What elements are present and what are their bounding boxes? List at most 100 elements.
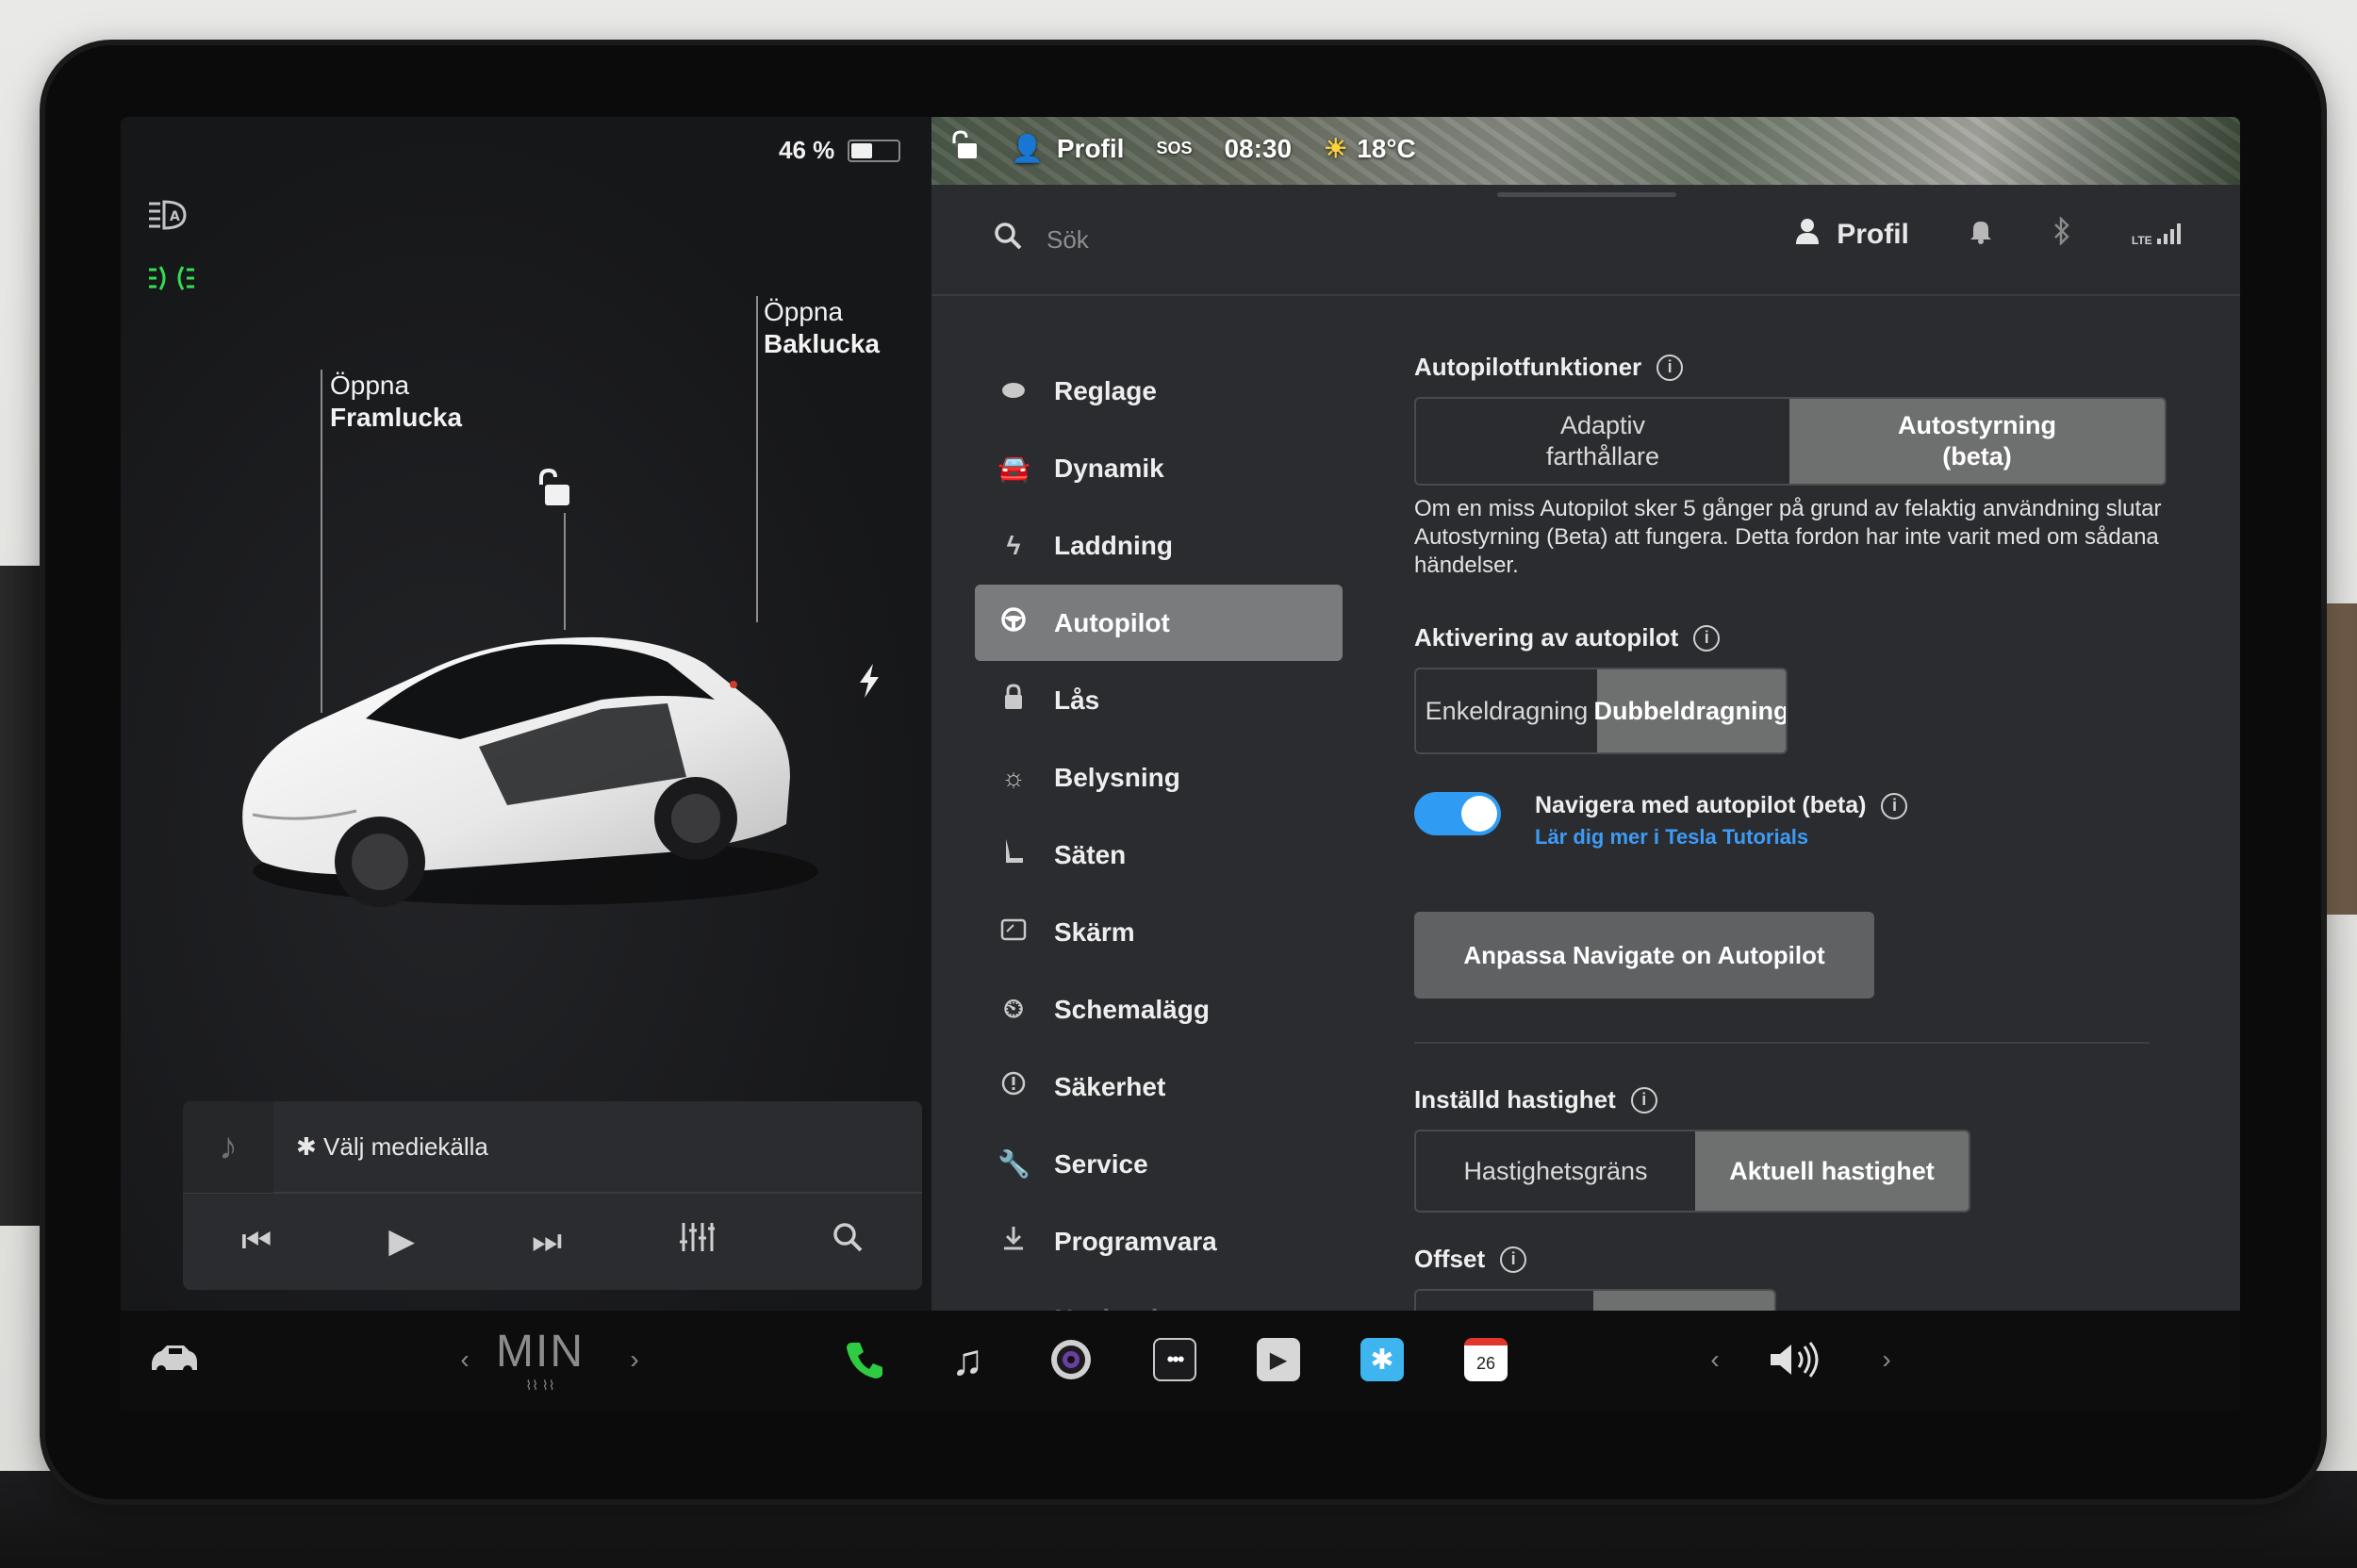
current-speed-option[interactable]: Aktuell hastighet (1694, 1131, 1969, 1211)
info-icon[interactable]: i (1630, 1086, 1657, 1114)
section-divider (1414, 1042, 2150, 1044)
menu-item-label: Dynamik (1054, 453, 1164, 483)
menu-item-skarm[interactable]: Skärm (975, 894, 1343, 970)
autopilot-strike-description: Om en miss Autopilot sker 5 gånger på gr… (1414, 496, 2162, 578)
safety-icon (997, 1070, 1030, 1103)
open-trunk-button[interactable]: Öppna Baklucka (764, 296, 880, 360)
info-icon[interactable]: i (1881, 792, 1908, 819)
double-pull-option[interactable]: Dubbeldragning (1594, 669, 1786, 752)
auto-headlight-icon[interactable]: A (147, 198, 192, 240)
menu-item-laddning[interactable]: ϟ Laddning (975, 507, 1343, 584)
unlock-icon[interactable] (536, 468, 573, 512)
sos-indicator[interactable]: SOS (1156, 139, 1192, 158)
menu-item-las[interactable]: Lås (975, 662, 1343, 738)
user-icon: 👤 (1011, 134, 1044, 163)
toggle-icon: ⬬ (1002, 375, 1025, 404)
schedule-icon: ⏲ (1003, 994, 1024, 1023)
camera-icon[interactable] (1043, 1331, 1099, 1388)
battery-indicator: 46 % (779, 136, 901, 165)
next-track-icon[interactable]: ⏭ (532, 1221, 562, 1262)
menu-item-label: Schemalägg (1054, 994, 1210, 1024)
profile-label: Profil (1837, 218, 1909, 250)
menu-item-reglage[interactable]: ⬬ Reglage (975, 353, 1343, 429)
phone-icon[interactable] (837, 1331, 894, 1388)
option-line2: (beta) (1942, 442, 2012, 470)
media-player-card: ♪ ✱ Välj mediekälla ⏮ ▶ ⏭ (183, 1101, 922, 1290)
menu-item-sakerhet[interactable]: Säkerhet (975, 1048, 1343, 1125)
status-profile[interactable]: 👤 Profil (1011, 133, 1124, 164)
lock-icon (997, 684, 1030, 717)
lock-status-icon[interactable] (950, 130, 979, 167)
option-line1: Autostyrning (1898, 411, 2056, 439)
set-speed-selector: Hastighetsgräns Aktuell hastighet (1414, 1130, 1970, 1213)
equalizer-icon[interactable] (679, 1221, 716, 1262)
menu-item-autopilot[interactable]: Autopilot (975, 585, 1343, 661)
menu-item-label: Service (1054, 1148, 1148, 1179)
bottom-dock: ‹ MIN ⌇⌇ ⌇⌇ › ♫ ••• ▶ ✱ 26 ‹ › (121, 1311, 2240, 1411)
settings-search-input[interactable] (1047, 224, 1518, 255)
menu-item-dynamik[interactable]: 🚘 Dynamik (975, 430, 1343, 506)
wrench-icon: 🔧 (997, 1149, 1030, 1179)
adaptive-cruise-option[interactable]: Adaptiv farthållare (1416, 399, 1789, 484)
menu-item-label: Lås (1054, 685, 1100, 715)
volume-icon[interactable] (1757, 1331, 1833, 1388)
volume-up-chevron-icon[interactable]: › (1872, 1331, 1901, 1388)
menu-item-label: Laddning (1054, 530, 1173, 560)
charge-port-icon[interactable] (856, 662, 882, 709)
open-frunk-button[interactable]: Öppna Framlucka (330, 370, 462, 434)
bell-icon[interactable] (1970, 218, 1992, 251)
speed-limit-option[interactable]: Hastighetsgräns (1416, 1131, 1695, 1211)
seat-heater-icon: ⌇⌇ ⌇⌇ (525, 1378, 555, 1393)
temp-down-chevron-icon[interactable]: ‹ (451, 1331, 479, 1388)
customize-noa-button[interactable]: Anpassa Navigate on Autopilot (1414, 912, 1874, 999)
autopilot-features-title: Autopilotfunktioner i (1414, 353, 2197, 382)
info-icon[interactable]: i (1693, 624, 1721, 652)
more-apps-icon[interactable]: ••• (1146, 1331, 1203, 1388)
battery-fill (851, 142, 873, 158)
tesla-tutorials-link[interactable]: Lär dig mer i Tesla Tutorials (1535, 825, 1907, 850)
single-pull-option[interactable]: Enkeldragning (1416, 669, 1597, 752)
trunk-leader-line (756, 296, 758, 622)
menu-item-saten[interactable]: Säten (975, 817, 1343, 893)
section-title-text: Autopilotfunktioner (1414, 353, 1642, 381)
menu-item-belysning[interactable]: ☼ Belysning (975, 739, 1343, 816)
profile-button[interactable]: Profil (1795, 218, 1909, 252)
clock: 08:30 (1224, 133, 1293, 163)
menu-item-schemalagg[interactable]: ⏲ Schemalägg (975, 971, 1343, 1048)
autosteer-option[interactable]: Autostyrning (beta) (1789, 399, 2165, 484)
car-visualization-panel: 46 % A Öppna Framlucka Öppna Baklucka ♪ … (121, 117, 931, 1311)
lte-label: LTE (2131, 234, 2152, 247)
sun-icon: ☼ (1001, 762, 1026, 792)
trunk-label-line2: Baklucka (764, 329, 880, 358)
battery-percent: 46 % (779, 136, 835, 164)
music-icon[interactable]: ♫ (939, 1331, 996, 1388)
previous-track-icon[interactable]: ⏮ (241, 1221, 272, 1262)
menu-item-label: Autopilot (1054, 607, 1170, 637)
volume-down-chevron-icon[interactable]: ‹ (1701, 1331, 1729, 1388)
battery-icon (848, 139, 901, 162)
navigate-autopilot-row: Navigera med autopilot (beta) i Lär dig … (1414, 792, 2197, 850)
navigate-autopilot-title: Navigera med autopilot (beta) i (1535, 792, 1908, 819)
temp-up-chevron-icon[interactable]: › (620, 1331, 649, 1388)
info-icon[interactable]: i (1656, 354, 1684, 381)
bluetooth-app-icon[interactable]: ✱ (1354, 1331, 1410, 1388)
frunk-label-line2: Framlucka (330, 403, 463, 432)
navigate-autopilot-toggle[interactable] (1414, 792, 1501, 835)
theater-icon[interactable]: ▶ (1250, 1331, 1307, 1388)
car-controls-icon[interactable] (141, 1331, 207, 1388)
play-icon[interactable]: ▶ (388, 1221, 415, 1261)
parking-light-icon[interactable] (147, 264, 196, 301)
option-line1: Adaptiv (1559, 411, 1646, 439)
media-search-icon[interactable] (832, 1221, 864, 1262)
menu-item-service[interactable]: 🔧 Service (975, 1126, 1343, 1202)
option-line2: farthållare (1545, 442, 1660, 470)
menu-item-programvara[interactable]: Programvara (975, 1203, 1343, 1279)
choose-media-source-button[interactable]: ✱ Välj mediekälla (296, 1132, 488, 1162)
status-profile-label: Profil (1056, 133, 1125, 163)
calendar-icon[interactable]: 26 (1458, 1331, 1514, 1388)
music-note-icon: ♪ (183, 1101, 273, 1193)
climate-control[interactable]: MIN ⌇⌇ ⌇⌇ (488, 1327, 592, 1393)
info-icon[interactable]: i (1500, 1246, 1527, 1273)
user-icon (1795, 218, 1820, 252)
bluetooth-icon[interactable] (2052, 215, 2071, 252)
